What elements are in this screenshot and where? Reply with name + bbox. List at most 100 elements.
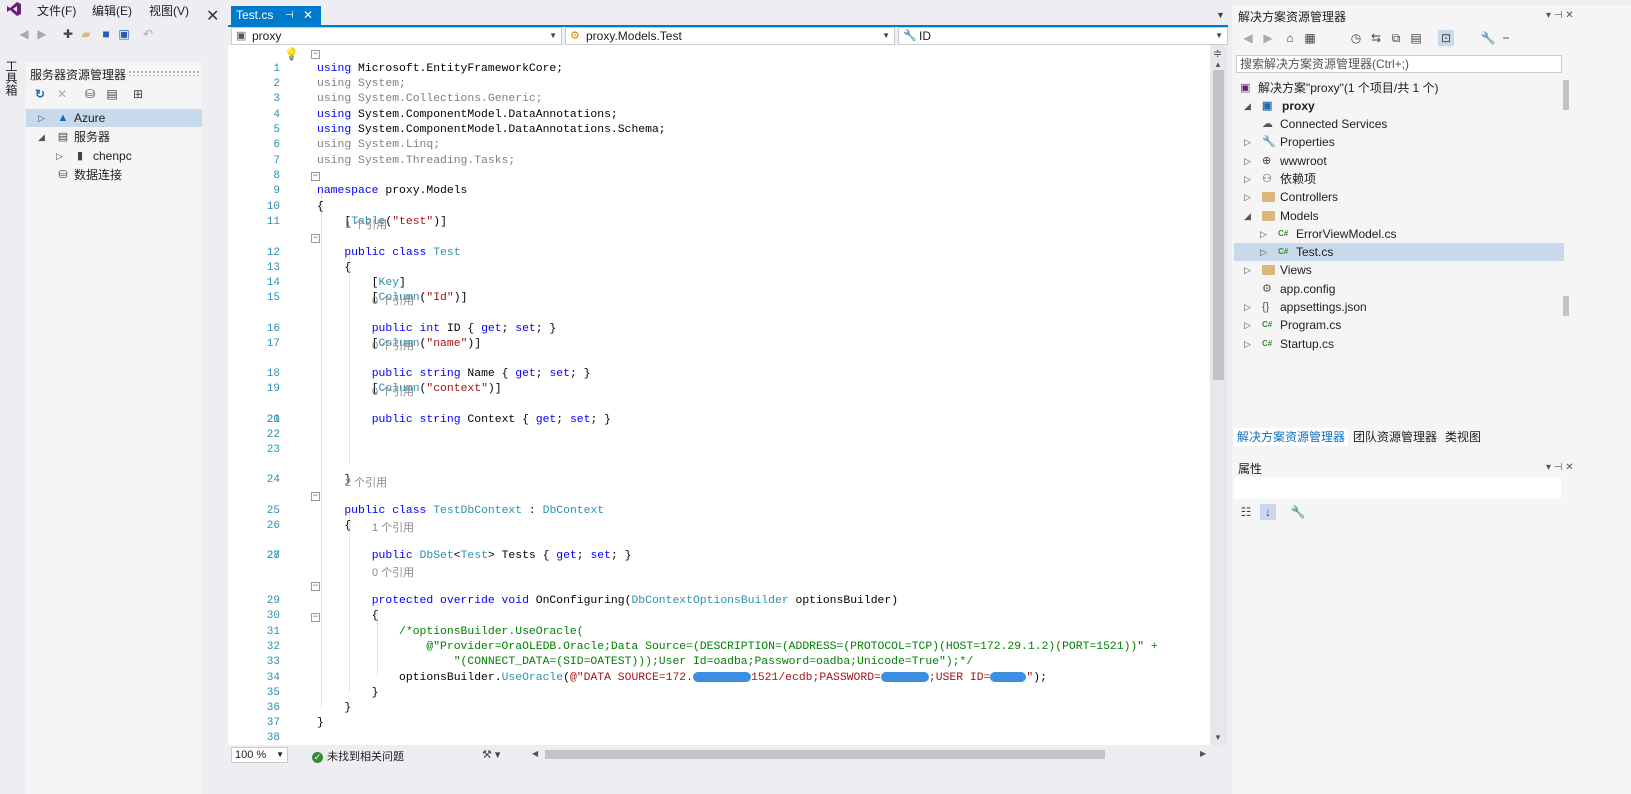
close-icon[interactable]: ✕ xyxy=(206,6,219,26)
home-icon[interactable]: ⌂ xyxy=(1282,30,1298,46)
panel-menu-icon[interactable]: ▾ ⊣ ✕ xyxy=(1546,10,1574,21)
alphabetical-icon[interactable]: ↓ xyxy=(1260,504,1276,520)
sync-icon[interactable]: ⇆ xyxy=(1368,30,1384,46)
codelens-references[interactable]: 1 个引用 xyxy=(372,519,414,535)
save-icon[interactable]: ■ xyxy=(98,26,114,42)
solution-item[interactable]: ⚙ app.config xyxy=(1234,280,1564,298)
expand-arrow-icon[interactable]: ◢ xyxy=(1244,97,1251,115)
forward-icon[interactable]: ▶ xyxy=(34,26,50,42)
solution-item[interactable]: ▷ Views xyxy=(1234,261,1564,279)
panel-menu-icon[interactable]: ▾ ⊣ ✕ xyxy=(1546,462,1574,473)
collapse-all-icon[interactable]: ⧉ xyxy=(1388,30,1404,46)
code-line: 11 [Table("test")] xyxy=(266,216,447,229)
solution-item[interactable]: ▷ C# Startup.cs xyxy=(1234,335,1564,353)
zoom-dropdown[interactable]: 100 % ▼ xyxy=(231,747,288,763)
tab-solution-explorer[interactable]: 解决方案资源管理器 xyxy=(1234,428,1349,446)
codelens-references[interactable]: 0 个引用 xyxy=(372,564,414,580)
codelens-references[interactable]: 0 个引用 xyxy=(372,383,414,399)
scroll-up-icon[interactable]: ▲ xyxy=(1214,60,1222,69)
horizontal-scroll-thumb[interactable] xyxy=(545,750,1105,759)
code-line: 15 [Column("Id")] xyxy=(266,292,468,305)
property-pages-icon[interactable]: 🔧 xyxy=(1290,504,1306,520)
expand-arrow-icon[interactable]: ▷ xyxy=(1260,243,1267,261)
code-line: 17 [Column("name")] xyxy=(266,338,482,351)
solution-item-label: Connected Services xyxy=(1280,117,1388,131)
back-icon[interactable]: ◀ xyxy=(16,26,32,42)
codelens-references[interactable]: 2 个引用 xyxy=(345,474,387,490)
csharp-project-icon: ▣ xyxy=(1262,100,1273,112)
switch-views-icon[interactable]: ▦ xyxy=(1302,30,1318,46)
expand-arrow-icon[interactable]: ◢ xyxy=(1244,207,1251,225)
code-line: 26 { xyxy=(266,520,352,533)
solution-item[interactable]: ▷ C# Program.cs xyxy=(1234,316,1564,334)
code-line: 25− public class TestDbContext : DbConte… xyxy=(266,491,605,518)
pending-changes-icon[interactable]: ◷ xyxy=(1348,30,1364,46)
panel-scroll-thumb[interactable] xyxy=(1563,296,1569,316)
menu-edit[interactable]: 编辑(E) xyxy=(92,2,132,19)
solution-item-label: Views xyxy=(1280,263,1312,278)
expand-arrow-icon[interactable]: ▷ xyxy=(1244,335,1251,353)
expand-arrow-icon[interactable]: ▷ xyxy=(1244,188,1251,206)
tab-team-explorer[interactable]: 团队资源管理器 xyxy=(1350,428,1440,446)
solution-item[interactable]: ▷ C# ErrorViewModel.cs xyxy=(1234,225,1564,243)
expand-arrow-icon[interactable]: ▷ xyxy=(1244,170,1251,188)
solution-item[interactable]: ▷ {} appsettings.json xyxy=(1234,298,1564,316)
scroll-right-icon[interactable]: ▶ xyxy=(1200,749,1206,758)
type-dropdown[interactable]: ⚙ proxy.Models.Test ▼ xyxy=(565,27,895,45)
vertical-scroll-thumb[interactable] xyxy=(1213,70,1224,380)
properties-object-selector[interactable] xyxy=(1234,477,1561,499)
open-folder-icon[interactable]: ▰ xyxy=(78,26,94,42)
tab-test-cs[interactable]: Test.cs ⊣ ✕ xyxy=(231,6,321,25)
categorized-icon[interactable]: ☷ xyxy=(1238,504,1254,520)
tab-class-view[interactable]: 类视图 xyxy=(1442,428,1484,446)
scroll-left-icon[interactable]: ◀ xyxy=(532,749,538,758)
class-icon: ⚙ xyxy=(570,30,580,42)
brush-icon[interactable]: ⚒ ▾ xyxy=(482,748,500,761)
project-dropdown[interactable]: ▣ proxy ▼ xyxy=(231,27,562,45)
solution-item-label: app.config xyxy=(1280,281,1336,296)
solution-item[interactable]: ◢ Models xyxy=(1234,207,1564,225)
solution-item[interactable]: ▷ C# Test.cs xyxy=(1234,243,1564,262)
solution-item[interactable]: ▷ ⊕ wwwroot xyxy=(1234,152,1564,170)
expand-arrow-icon[interactable]: ▷ xyxy=(1244,133,1251,151)
menu-view[interactable]: 视图(V) xyxy=(149,2,189,19)
expand-arrow-icon[interactable]: ▷ xyxy=(1260,225,1267,243)
split-icon[interactable]: ≑ xyxy=(1213,47,1222,60)
solution-item[interactable]: ▷ 🔧 Properties xyxy=(1234,133,1564,151)
show-all-files-icon[interactable]: ▤ xyxy=(1408,30,1424,46)
close-tab-icon[interactable]: ✕ xyxy=(303,6,313,25)
solution-item[interactable]: ☁ Connected Services xyxy=(1234,115,1564,133)
code-line: 7 using System.Threading.Tasks; xyxy=(273,155,516,168)
codelens-references[interactable]: 0 个引用 xyxy=(372,292,414,308)
back-icon[interactable]: ◀ xyxy=(1240,30,1256,46)
panel-scroll-thumb[interactable] xyxy=(1563,80,1569,110)
solution-item[interactable]: ▷ Controllers xyxy=(1234,188,1564,206)
preview-selected-icon[interactable]: ⊡ xyxy=(1438,30,1454,46)
undo-icon[interactable]: ↶ xyxy=(140,26,156,42)
new-project-icon[interactable]: ✚ xyxy=(60,26,76,42)
member-dropdown[interactable]: 🔧 ID ▼ xyxy=(898,27,1228,45)
solution-item[interactable]: ▷ ⚇ 依赖项 xyxy=(1234,170,1564,188)
expand-arrow-icon[interactable]: ▷ xyxy=(1244,298,1251,316)
code-line: 6 using System.Linq; xyxy=(273,139,441,152)
csharp-file-icon: C# xyxy=(1262,338,1273,348)
solution-search-input[interactable]: 搜索解决方案资源管理器(Ctrl+;) xyxy=(1236,55,1562,73)
code-line: 23 xyxy=(266,444,280,456)
expand-arrow-icon[interactable]: ▷ xyxy=(1244,316,1251,334)
menu-file[interactable]: 文件(F) xyxy=(37,2,76,19)
code-line: 20 public string Context { get; set; } xyxy=(266,414,611,427)
forward-icon[interactable]: ▶ xyxy=(1260,30,1276,46)
minimize-icon[interactable]: − xyxy=(1498,30,1514,46)
tab-list-dropdown-icon[interactable]: ▼ xyxy=(1216,10,1225,20)
codelens-references[interactable]: 0 个引用 xyxy=(372,337,414,353)
scroll-down-icon[interactable]: ▼ xyxy=(1214,733,1222,742)
codelens-references[interactable]: 1 个引用 xyxy=(345,216,387,232)
save-all-icon[interactable]: ▣ xyxy=(116,26,132,42)
properties-icon[interactable]: 🔧 xyxy=(1480,30,1496,46)
issues-indicator[interactable]: ✓ 未找到相关问题 xyxy=(312,748,404,764)
pin-icon[interactable]: ⊣ xyxy=(285,6,294,25)
expand-arrow-icon[interactable]: ▷ xyxy=(1244,261,1251,279)
project-node[interactable]: ◢ ▣ proxy xyxy=(1234,97,1564,115)
solution-node[interactable]: ▣ 解决方案"proxy"(1 个项目/共 1 个) xyxy=(1234,79,1564,97)
expand-arrow-icon[interactable]: ▷ xyxy=(1244,152,1251,170)
